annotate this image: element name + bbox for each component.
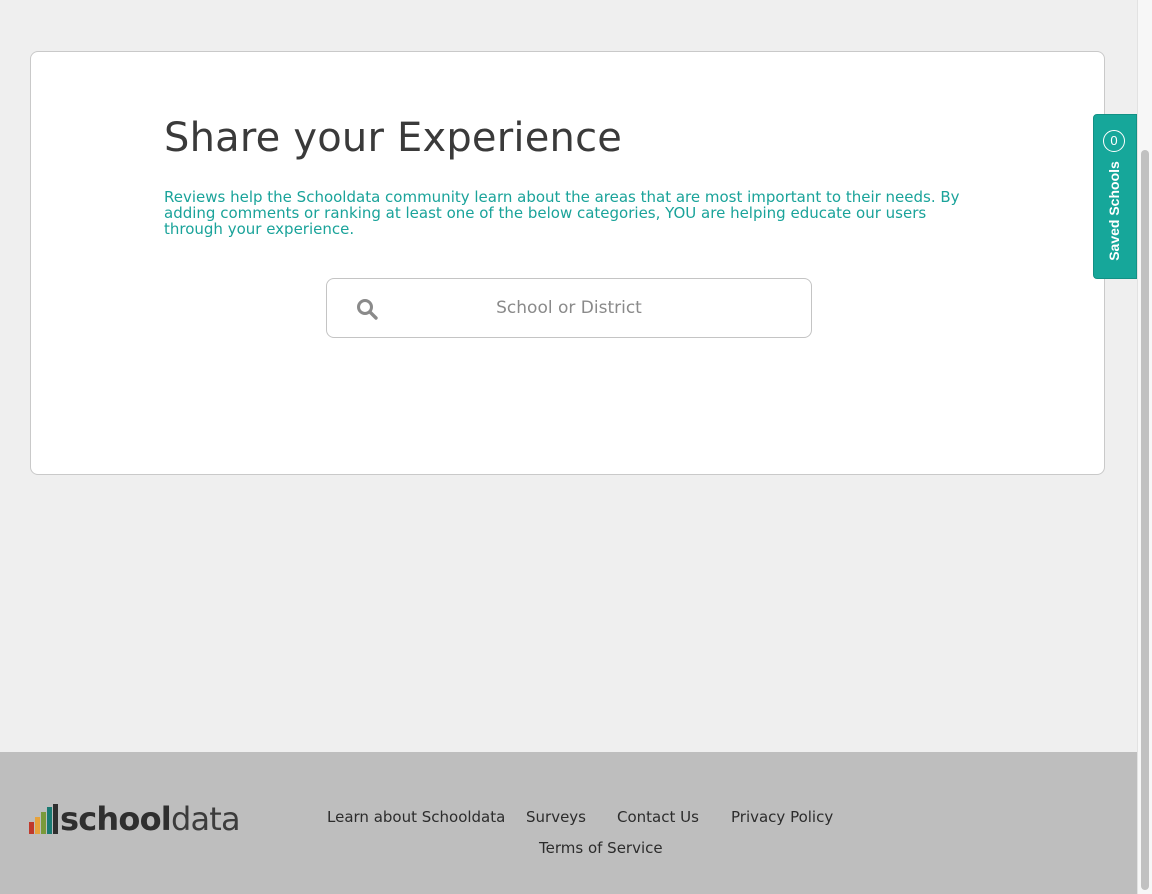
- schooldata-logo[interactable]: schooldata: [29, 800, 241, 838]
- saved-schools-tab[interactable]: 0 Saved Schools: [1093, 114, 1137, 279]
- search-icon: [357, 299, 378, 320]
- footer-link-surveys[interactable]: Surveys: [526, 808, 586, 826]
- school-or-district-search-input[interactable]: [397, 279, 741, 337]
- page-title: Share your Experience: [164, 115, 623, 161]
- saved-schools-label: Saved Schools: [1106, 161, 1122, 261]
- search-box[interactable]: [326, 278, 812, 338]
- scrollbar-thumb[interactable]: [1141, 150, 1149, 890]
- page: Share your Experience Reviews help the S…: [0, 0, 1152, 894]
- share-experience-card: Share your Experience Reviews help the S…: [30, 51, 1105, 475]
- logo-bars-icon: [29, 804, 58, 834]
- footer-link-privacy[interactable]: Privacy Policy: [731, 808, 833, 826]
- footer-link-contact[interactable]: Contact Us: [617, 808, 699, 826]
- site-footer: schooldata Learn about Schooldata Survey…: [0, 752, 1137, 894]
- footer-link-learn[interactable]: Learn about Schooldata: [327, 808, 505, 826]
- intro-text: Reviews help the Schooldata community le…: [164, 188, 960, 238]
- saved-schools-count-badge: 0: [1103, 130, 1125, 152]
- logo-wordmark: schooldata: [60, 800, 241, 838]
- footer-link-terms[interactable]: Terms of Service: [539, 839, 663, 857]
- page-scrollbar[interactable]: [1137, 0, 1152, 894]
